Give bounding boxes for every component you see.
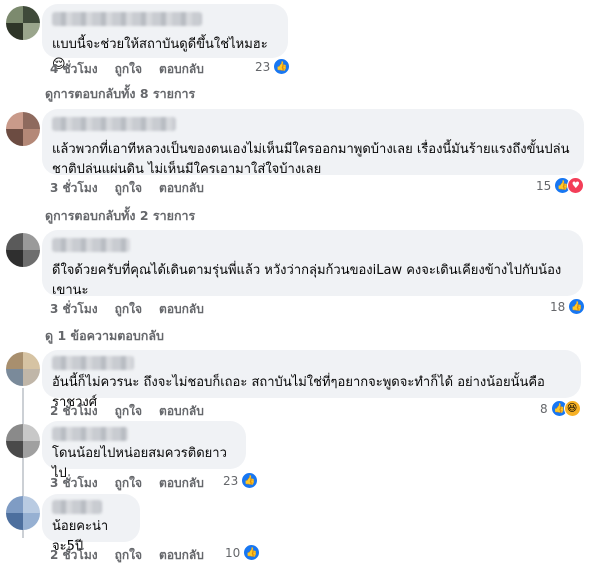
comment-bubble: น้อยคะน่าจะ5ปี [42, 494, 140, 554]
author-name[interactable] [52, 238, 130, 252]
comment-text: ดีใจด้วยครับที่คุณได้เดินตามรุ่นพี่แล้ว … [52, 263, 562, 298]
reaction-summary[interactable]: 23 👍 [255, 58, 291, 75]
view-replies-link[interactable]: ดู 1 ข้อความตอบกลับ [45, 326, 164, 346]
reply-link[interactable]: ตอบกลับ [159, 60, 204, 79]
like-link[interactable]: ถูกใจ [115, 546, 142, 564]
like-link[interactable]: ถูกใจ [115, 179, 142, 198]
reply-link[interactable]: ตอบกลับ [159, 474, 204, 493]
reply-link[interactable]: ตอบกลับ [159, 402, 204, 421]
author-name[interactable] [52, 12, 202, 26]
haha-icon: 😆 [563, 400, 581, 417]
reaction-count: 23 [255, 59, 271, 74]
like-icon: 👍 [243, 544, 261, 561]
timestamp[interactable]: 3 ชั่วโมง [50, 179, 98, 198]
reply-link[interactable]: ตอบกลับ [159, 300, 204, 319]
reaction-summary[interactable]: 18 👍 [550, 298, 586, 315]
like-icon: 👍 [568, 298, 586, 315]
reaction-count: 18 [550, 299, 566, 314]
reply-link[interactable]: ตอบกลับ [159, 546, 204, 564]
author-name[interactable] [52, 427, 128, 441]
love-icon: ♥ [567, 177, 585, 194]
timestamp[interactable]: 3 ชั่วโมง [50, 474, 98, 493]
comment-actions: 3 ชั่วโมง ถูกใจ ตอบกลับ [50, 474, 204, 493]
view-replies-link[interactable]: ดูการตอบกลับทั้ง 8 รายการ [45, 84, 195, 104]
timestamp[interactable]: 2 ชั่วโมง [50, 402, 98, 421]
author-name[interactable] [52, 117, 176, 131]
like-link[interactable]: ถูกใจ [115, 402, 142, 421]
like-icon: 👍 [273, 58, 291, 75]
reply-link[interactable]: ตอบกลับ [159, 179, 204, 198]
comment-bubble: อันนี้ก็ไม่ควรนะ ถึงจะไม่ชอบก็เถอะ สถาบั… [42, 350, 581, 410]
view-replies-link[interactable]: ดูการตอบกลับทั้ง 2 รายการ [45, 206, 195, 226]
author-name[interactable] [52, 356, 134, 370]
timestamp[interactable]: 2 ชั่วโมง [50, 546, 98, 564]
like-link[interactable]: ถูกใจ [115, 300, 142, 319]
comment-bubble: โดนน้อยไปหน่อยสมควรติดยาวไป [42, 421, 246, 481]
avatar[interactable] [6, 352, 40, 386]
comment-actions: 2 ชั่วโมง ถูกใจ ตอบกลับ [50, 546, 204, 564]
avatar[interactable] [6, 496, 40, 530]
reaction-summary[interactable]: 10 👍 [225, 544, 261, 561]
comment-bubble: แบบนี้จะช่วยให้สถาบันดูดีขึ้นใช่ไหมฮะ 😌 [42, 4, 288, 72]
comment-actions: 3 ชั่วโมง ถูกใจ ตอบกลับ [50, 179, 204, 198]
timestamp[interactable]: 4 ชั่วโมง [50, 60, 98, 79]
like-link[interactable]: ถูกใจ [115, 60, 142, 79]
avatar[interactable] [6, 6, 40, 40]
reaction-summary[interactable]: 8 👍 😆 [540, 400, 581, 417]
comment-text: แล้วพวกที่เอาทีหลวงเป็นของตนเองไม่เห็นมี… [52, 142, 570, 177]
comment-actions: 4 ชั่วโมง ถูกใจ ตอบกลับ [50, 60, 204, 79]
like-link[interactable]: ถูกใจ [115, 474, 142, 493]
reaction-count: 10 [225, 545, 241, 560]
reaction-summary[interactable]: 23 👍 [223, 472, 259, 489]
avatar[interactable] [6, 233, 40, 267]
comment-bubble: ดีใจด้วยครับที่คุณได้เดินตามรุ่นพี่แล้ว … [42, 230, 583, 298]
comment-actions: 3 ชั่วโมง ถูกใจ ตอบกลับ [50, 300, 204, 319]
avatar[interactable] [6, 424, 40, 458]
comment-bubble: แล้วพวกที่เอาทีหลวงเป็นของตนเองไม่เห็นมี… [42, 109, 584, 177]
reaction-count: 8 [540, 401, 548, 416]
author-name[interactable] [52, 500, 102, 514]
comment-text: แบบนี้จะช่วยให้สถาบันดูดีขึ้นใช่ไหมฮะ [52, 37, 268, 52]
reaction-count: 15 [536, 178, 552, 193]
reaction-summary[interactable]: 15 👍 ♥ [536, 177, 585, 194]
reaction-count: 23 [223, 473, 239, 488]
timestamp[interactable]: 3 ชั่วโมง [50, 300, 98, 319]
comment-actions: 2 ชั่วโมง ถูกใจ ตอบกลับ [50, 402, 204, 421]
avatar[interactable] [6, 112, 40, 146]
like-icon: 👍 [241, 472, 259, 489]
